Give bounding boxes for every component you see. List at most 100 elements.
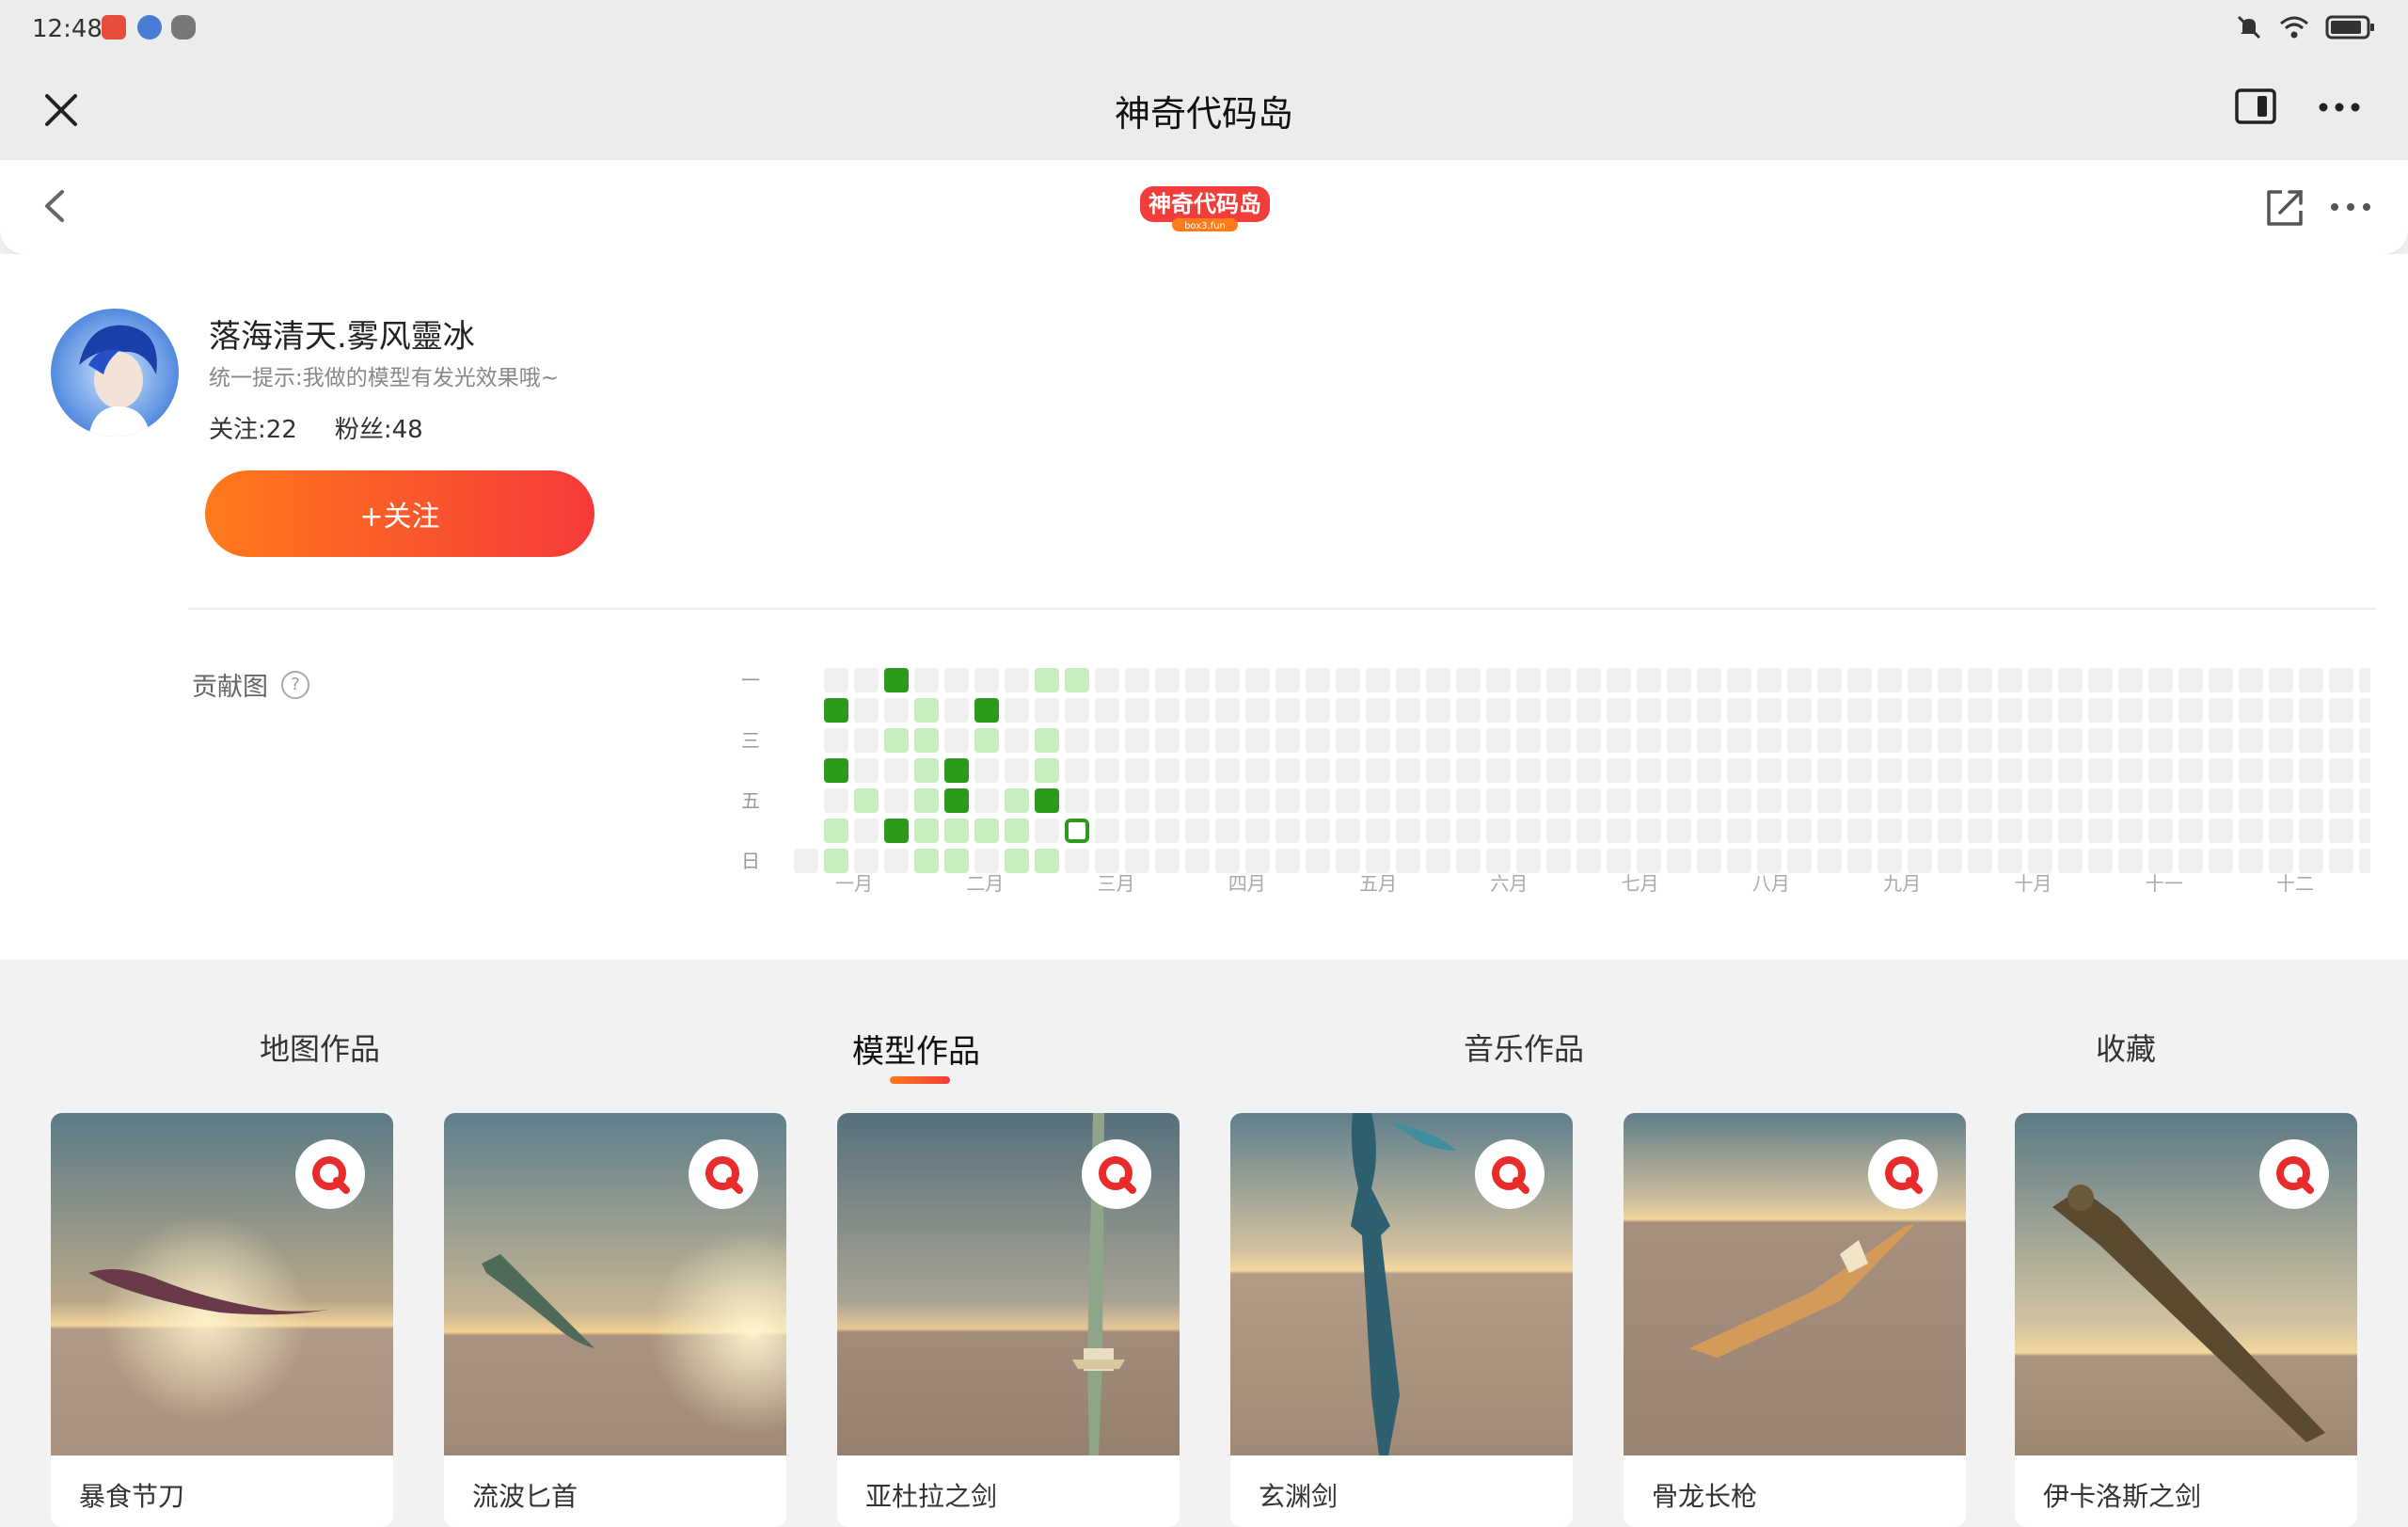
contribution-cell[interactable] <box>2329 758 2353 783</box>
contribution-cell[interactable] <box>1366 758 1390 783</box>
contribution-cell[interactable] <box>1306 728 1330 753</box>
contribution-cell[interactable] <box>1065 698 1089 723</box>
contribution-cell[interactable] <box>1607 698 1631 723</box>
contribution-cell[interactable] <box>1637 849 1661 873</box>
contribution-cell[interactable] <box>2058 758 2083 783</box>
contribution-cell[interactable] <box>1245 698 1270 723</box>
contribution-cell[interactable] <box>2359 849 2370 873</box>
contribution-cell[interactable] <box>824 698 848 723</box>
contribution-cell[interactable] <box>1727 668 1751 692</box>
contribution-cell[interactable] <box>1667 758 1691 783</box>
contribution-cell[interactable] <box>1035 849 1059 873</box>
contribution-cell[interactable] <box>2088 698 2113 723</box>
contribution-cell[interactable] <box>1155 698 1180 723</box>
contribution-cell[interactable] <box>2209 668 2233 692</box>
contribution-cell[interactable] <box>1576 758 1601 783</box>
search-badge-icon[interactable] <box>295 1139 365 1209</box>
contribution-cell[interactable] <box>2028 758 2052 783</box>
contribution-cell[interactable] <box>1998 668 2022 692</box>
contribution-cell[interactable] <box>1546 728 1571 753</box>
contribution-cell[interactable] <box>1306 819 1330 843</box>
contribution-cell[interactable] <box>1757 849 1782 873</box>
contribution-cell[interactable] <box>2118 698 2143 723</box>
contribution-cell[interactable] <box>1727 698 1751 723</box>
tab-music-works[interactable]: 音乐作品 <box>1464 1026 1584 1069</box>
contribution-cell[interactable] <box>974 758 999 783</box>
contribution-cell[interactable] <box>1035 758 1059 783</box>
contribution-cell[interactable] <box>1998 849 2022 873</box>
contribution-cell[interactable] <box>1275 849 1300 873</box>
contribution-cell[interactable] <box>1877 758 1902 783</box>
contribution-cell[interactable] <box>2058 698 2083 723</box>
contribution-cell[interactable] <box>2299 819 2323 843</box>
contribution-cell[interactable] <box>1396 819 1420 843</box>
contribution-cell[interactable] <box>1035 668 1059 692</box>
contribution-cell[interactable] <box>1998 758 2022 783</box>
contribution-cell[interactable] <box>1516 698 1541 723</box>
contribution-cell[interactable] <box>1968 849 1992 873</box>
contribution-cell[interactable] <box>974 849 999 873</box>
model-card[interactable]: 暴食节刀 <box>51 1113 393 1527</box>
page-more-icon[interactable] <box>2327 188 2374 226</box>
contribution-cell[interactable] <box>1456 788 1481 813</box>
contribution-cell[interactable] <box>2209 849 2233 873</box>
contribution-cell[interactable] <box>1275 788 1300 813</box>
contribution-cell[interactable] <box>944 668 969 692</box>
contribution-cell[interactable] <box>1155 819 1180 843</box>
contribution-cell[interactable] <box>2178 698 2203 723</box>
contribution-cell[interactable] <box>1035 788 1059 813</box>
contribution-cell[interactable] <box>1185 819 1210 843</box>
contribution-cell[interactable] <box>1185 788 1210 813</box>
contribution-cell[interactable] <box>2269 668 2293 692</box>
contribution-cell[interactable] <box>1607 728 1631 753</box>
contribution-cell[interactable] <box>1516 728 1541 753</box>
contribution-cell[interactable] <box>1005 819 1029 843</box>
contribution-cell[interactable] <box>1757 819 1782 843</box>
contribution-cell[interactable] <box>2329 788 2353 813</box>
contribution-cell[interactable] <box>1215 668 1240 692</box>
contribution-cell[interactable] <box>2269 758 2293 783</box>
contribution-cell[interactable] <box>2299 849 2323 873</box>
contribution-cell[interactable] <box>1787 728 1812 753</box>
contribution-cell[interactable] <box>974 819 999 843</box>
contribution-cell[interactable] <box>1486 758 1511 783</box>
contribution-cell[interactable] <box>2178 758 2203 783</box>
contribution-cell[interactable] <box>1697 849 1721 873</box>
contribution-cell[interactable] <box>1546 668 1571 692</box>
contribution-cell[interactable] <box>1336 728 1360 753</box>
contribution-cell[interactable] <box>2148 788 2173 813</box>
contribution-cell[interactable] <box>1998 728 2022 753</box>
contribution-cell[interactable] <box>1637 728 1661 753</box>
contribution-cell[interactable] <box>1877 819 1902 843</box>
contribution-cell[interactable] <box>1155 788 1180 813</box>
contribution-cell[interactable] <box>1366 698 1390 723</box>
contribution-cell[interactable] <box>884 728 909 753</box>
contribution-cell[interactable] <box>1005 698 1029 723</box>
contribution-cell[interactable] <box>974 788 999 813</box>
contribution-cell[interactable] <box>1877 668 1902 692</box>
contribution-cell[interactable] <box>1968 788 1992 813</box>
contribution-cell[interactable] <box>2299 668 2323 692</box>
contribution-cell[interactable] <box>1697 819 1721 843</box>
contribution-cell[interactable] <box>1938 819 1962 843</box>
contribution-cell[interactable] <box>884 698 909 723</box>
contribution-cell[interactable] <box>1065 849 1089 873</box>
contribution-cell[interactable] <box>1546 788 1571 813</box>
contribution-cell[interactable] <box>944 728 969 753</box>
contribution-cell[interactable] <box>2299 788 2323 813</box>
contribution-cell[interactable] <box>1576 849 1601 873</box>
contribution-cell[interactable] <box>1968 668 1992 692</box>
back-icon[interactable] <box>34 184 77 228</box>
contribution-cell[interactable] <box>1938 698 1962 723</box>
contribution-cell[interactable] <box>1757 728 1782 753</box>
contribution-cell[interactable] <box>2329 698 2353 723</box>
contribution-cell[interactable] <box>1396 849 1420 873</box>
contribution-cell[interactable] <box>1306 758 1330 783</box>
contribution-cell[interactable] <box>1336 849 1360 873</box>
contribution-cell[interactable] <box>2329 668 2353 692</box>
contribution-cell[interactable] <box>2359 668 2370 692</box>
contribution-cell[interactable] <box>1908 668 1932 692</box>
contribution-cell[interactable] <box>1005 668 1029 692</box>
contribution-cell[interactable] <box>1366 668 1390 692</box>
contribution-cell[interactable] <box>2178 728 2203 753</box>
